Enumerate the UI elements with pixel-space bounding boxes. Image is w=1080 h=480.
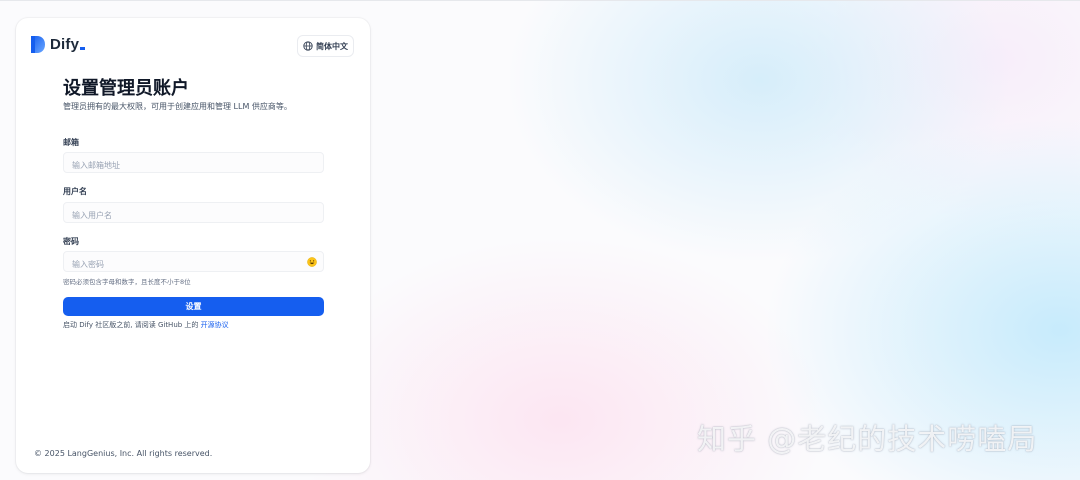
dify-logo-icon — [31, 36, 45, 53]
copyright-footer: © 2025 LangGenius, Inc. All rights reser… — [34, 449, 213, 458]
password-label: 密码 — [63, 237, 79, 246]
email-field-wrapper — [63, 152, 324, 175]
dify-logo: Dify — [31, 36, 86, 53]
page-title: 设置管理员账户 — [63, 78, 189, 99]
page-subtitle: 管理员拥有的最大权限，可用于创建应用和管理 LLM 供应商等。 — [63, 102, 292, 111]
password-field-wrapper — [63, 251, 324, 274]
open-source-license-link[interactable]: 开源协议 — [201, 321, 229, 329]
language-label: 简体中文 — [316, 41, 348, 51]
setup-card: Dify 简体中文 设置管理员账户 管理员拥有的最大权限，可用于创建应用和管理 … — [16, 18, 370, 473]
email-label: 邮箱 — [63, 138, 79, 147]
license-prefix: 启动 Dify 社区版之前, 请阅读 GitHub 上的 — [63, 321, 201, 329]
watermark-text: 知乎 @老纪的技术唠嗑局 — [697, 422, 1038, 456]
password-hint: 密码必须包含字母和数字，且长度不小于8位 — [63, 278, 191, 286]
username-field[interactable] — [64, 206, 323, 225]
username-label: 用户名 — [63, 187, 87, 196]
brand-name: Dify — [50, 36, 86, 53]
setup-button[interactable]: 设置 — [63, 297, 324, 316]
globe-icon — [303, 41, 313, 51]
brand-dot — [80, 47, 86, 50]
language-selector[interactable]: 简体中文 — [297, 35, 354, 57]
emoji-toggle-icon[interactable] — [307, 257, 317, 267]
username-field-wrapper — [63, 202, 324, 225]
password-field[interactable] — [64, 255, 323, 274]
email-field[interactable] — [64, 156, 323, 175]
top-divider — [0, 0, 1080, 1]
license-notice: 启动 Dify 社区版之前, 请阅读 GitHub 上的 开源协议 — [63, 320, 229, 330]
